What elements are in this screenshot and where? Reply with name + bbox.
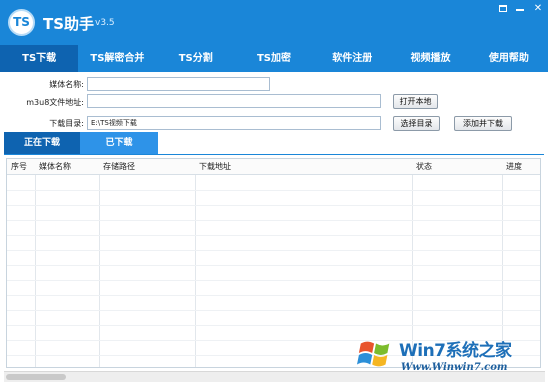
menu-help[interactable]: 使用帮助 [470,45,548,72]
minimize-icon[interactable] [514,3,526,14]
watermark-url: Www.Winwin7.com [401,362,508,373]
m3u8-label: m3u8文件地址: [26,98,84,107]
header-index[interactable]: 序号 [7,159,27,175]
header-media-name[interactable]: 媒体名称 [35,159,71,175]
main-menu: TS下载 TS解密合并 TS分割 TS加密 软件注册 视频播放 使用帮助 [0,45,548,72]
table-header: 序号 媒体名称 存储路径 下载地址 状态 进度 [7,159,540,175]
download-tabs: 正在下载 已下载 [0,132,548,155]
tab-downloaded[interactable]: 已下载 [80,132,158,155]
row-divider [7,265,540,266]
m3u8-url-input[interactable] [87,94,381,108]
download-dir-input[interactable]: E:\TS视频下载 [87,116,381,130]
header-storage-path[interactable]: 存储路径 [99,159,135,175]
menu-register[interactable]: 软件注册 [313,45,391,72]
select-dir-button[interactable]: 选择目录 [393,116,440,131]
header-download-url[interactable]: 下载地址 [195,159,231,175]
tab-divider [4,154,544,155]
scrollbar-thumb[interactable] [6,374,66,380]
header-status[interactable]: 状态 [412,159,432,175]
row-divider [7,190,540,191]
download-dir-label: 下载目录: [49,119,84,128]
row-divider [7,250,540,251]
header-progress[interactable]: 进度 [502,159,522,175]
title-bar: TS TS助手 v3.5 ✕ [0,0,548,45]
watermark-brand: Win7系统之家 [399,341,512,361]
app-version: v3.5 [95,18,115,28]
row-divider [7,295,540,296]
row-divider [7,205,540,206]
row-divider [7,310,540,311]
app-title: TS助手 [43,15,95,33]
watermark: Win7系统之家 Www.Winwin7.com [357,334,547,380]
menu-video-play[interactable]: 视频播放 [391,45,469,72]
open-local-button[interactable]: 打开本地 [393,94,438,109]
row-divider [7,235,540,236]
menu-ts-split[interactable]: TS分割 [157,45,235,72]
row-divider [7,325,540,326]
row-divider [7,280,540,281]
restore-icon[interactable] [497,3,509,14]
download-form: 媒体名称: m3u8文件地址: 打开本地 下载目录: E:\TS视频下载 选择目… [0,72,548,132]
media-name-input[interactable] [87,77,270,91]
windows-flag-icon [357,341,390,367]
app-logo: TS [8,9,35,36]
add-download-button[interactable]: 添加并下载 [454,116,512,131]
row-divider [7,220,540,221]
menu-ts-download[interactable]: TS下载 [0,45,79,72]
menu-ts-decrypt-merge[interactable]: TS解密合并 [78,45,156,72]
tab-downloading[interactable]: 正在下载 [4,132,80,155]
menu-ts-encrypt[interactable]: TS加密 [235,45,313,72]
close-icon[interactable]: ✕ [532,3,544,14]
media-name-label: 媒体名称: [49,80,84,89]
